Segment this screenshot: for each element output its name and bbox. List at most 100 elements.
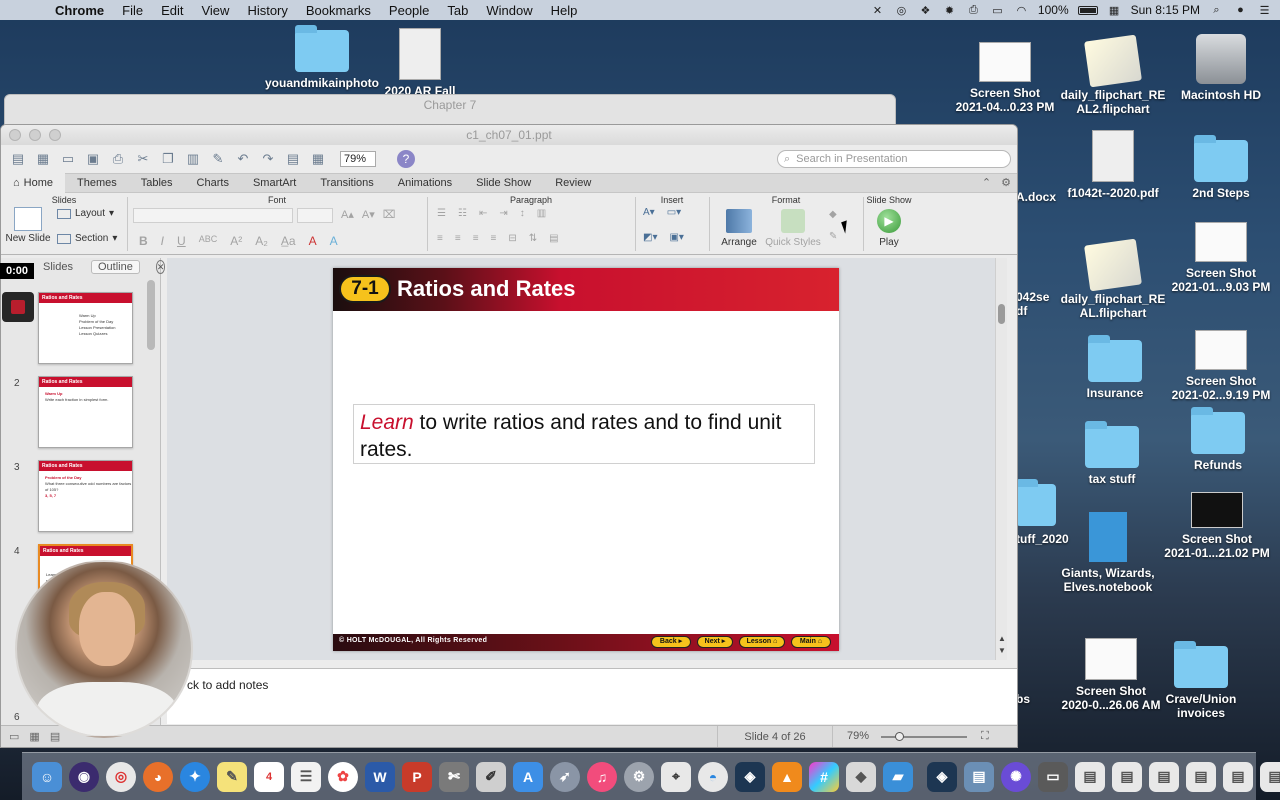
undo-icon[interactable]: ↶ <box>232 150 254 168</box>
help-icon[interactable]: ? <box>397 150 415 168</box>
utility-icon[interactable]: ◆ <box>846 761 876 792</box>
desktop-item[interactable]: Macintosh HD <box>1161 34 1280 102</box>
bullets-icon[interactable]: ☰ <box>437 208 446 219</box>
layout-button[interactable]: Layout ▾ <box>57 208 114 219</box>
align-text-icon[interactable]: ▤ <box>549 233 558 244</box>
tab-tables[interactable]: Tables <box>129 173 185 193</box>
airplay-icon[interactable]: ▭ <box>990 4 1005 17</box>
slide-title[interactable]: Ratios and Rates <box>397 276 576 302</box>
desktop-item[interactable]: daily_flipchart_RE AL2.flipchart <box>1053 34 1173 116</box>
desktop-item[interactable]: 042se df <box>1016 290 1056 318</box>
align-left-icon[interactable]: ≡ <box>437 233 443 244</box>
templates-icon[interactable]: ▦ <box>32 150 54 168</box>
slide-scrollbar[interactable]: ▲ ▼ <box>995 258 1007 660</box>
menu-bookmarks[interactable]: Bookmarks <box>297 3 380 18</box>
slide-canvas[interactable]: 7-1 Ratios and Rates Learn to write rati… <box>333 268 839 651</box>
format-painter-icon[interactable]: ✎ <box>207 150 229 168</box>
screenshot-app-icon[interactable]: ⌖ <box>661 761 691 792</box>
close-pane-icon[interactable]: ✕ <box>155 260 166 274</box>
numbering-icon[interactable]: ☷ <box>458 208 467 219</box>
columns-icon[interactable]: ▥ <box>537 208 546 219</box>
tab-outline[interactable]: Outline <box>90 260 140 274</box>
text-direction-icon[interactable]: ⇅ <box>529 233 537 244</box>
finder-icon[interactable]: ☺ <box>32 761 62 792</box>
chrome-icon[interactable]: ◎ <box>106 761 136 792</box>
align-right-icon[interactable]: ≡ <box>473 233 479 244</box>
search-input[interactable]: ⌕ Search in Presentation <box>777 150 1011 168</box>
webcam-overlay[interactable] <box>15 560 193 738</box>
objective-text-box[interactable]: Learn to write ratios and rates and to f… <box>353 404 815 464</box>
app-store-icon[interactable]: A <box>513 761 543 792</box>
media-icon[interactable]: ▣▾ <box>669 232 683 243</box>
grow-font-icon[interactable]: A▴ <box>341 208 354 221</box>
main-button[interactable]: Main ⌂ <box>791 636 831 648</box>
flag-icon[interactable]: ▦ <box>1107 4 1122 17</box>
launchpad-icon[interactable]: ➶ <box>550 761 580 792</box>
cut-icon[interactable]: ✂ <box>132 150 154 168</box>
menu-clock[interactable]: Sun 8:15 PM <box>1131 3 1200 17</box>
paste-icon[interactable]: ▥ <box>182 150 204 168</box>
new-document-icon[interactable]: ▤ <box>7 150 29 168</box>
disk-utility-icon[interactable]: ◓ <box>698 761 728 792</box>
desktop-item[interactable]: Screen Shot 2021-02...9.19 PM <box>1161 330 1280 402</box>
zoom-slider-handle[interactable] <box>895 732 904 741</box>
tab-home[interactable]: ⌂ Home <box>1 173 65 193</box>
tab-animations[interactable]: Animations <box>386 173 464 193</box>
printer-icon[interactable]: ⎙ <box>966 4 981 16</box>
desktop-item[interactable]: Insurance <box>1055 335 1175 400</box>
siri-icon[interactable]: ◉ <box>69 761 99 792</box>
system-preferences-icon[interactable]: ⚙ <box>624 761 654 792</box>
reminders-icon[interactable]: ☰ <box>291 761 321 792</box>
minimized-window-icon[interactable]: ▭ <box>1038 761 1068 792</box>
desktop-item[interactable]: 2nd Steps <box>1161 135 1280 200</box>
siri-icon[interactable]: ● <box>1233 4 1248 16</box>
activinspire-window-icon[interactable]: ◈ <box>927 761 957 792</box>
underline-icon[interactable]: U <box>177 234 186 248</box>
minimized-window-icon[interactable]: ▤ <box>1186 761 1216 792</box>
italic-icon[interactable]: I <box>161 234 164 248</box>
tab-charts[interactable]: Charts <box>185 173 241 193</box>
print-icon[interactable]: ⎙ <box>107 150 129 168</box>
fit-to-window-icon[interactable]: ⛶ <box>981 730 989 743</box>
copy-icon[interactable]: ❐ <box>157 150 179 168</box>
slide-thumbnail[interactable]: Ratios and Rates Warm Up Write each frac… <box>38 376 133 448</box>
minimized-window-icon[interactable]: ▤ <box>1149 761 1179 792</box>
redo-icon[interactable]: ↷ <box>257 150 279 168</box>
font-size-select[interactable] <box>297 208 333 223</box>
menu-people[interactable]: People <box>380 3 438 18</box>
tab-transitions[interactable]: Transitions <box>308 173 385 193</box>
slide-thumbnail[interactable]: Ratios and Rates Warm Up Problem of the … <box>38 292 133 364</box>
increase-indent-icon[interactable]: ⇥ <box>499 208 507 219</box>
text-box-icon[interactable]: A▾ <box>643 207 655 218</box>
firefox-icon[interactable]: ◕ <box>143 761 173 792</box>
desktop-item[interactable]: f1042t--2020.pdf <box>1053 130 1173 200</box>
screen-capture-icon[interactable]: ◎ <box>894 4 909 17</box>
desktop-item[interactable]: Screen Shot 2021-01...21.02 PM <box>1157 492 1277 560</box>
next-button[interactable]: Next ▸ <box>697 636 733 648</box>
shape-icon[interactable]: ◩▾ <box>643 232 657 243</box>
zoom-slider[interactable] <box>881 732 967 741</box>
new-slide-button[interactable]: New Slide <box>5 205 51 244</box>
decrease-indent-icon[interactable]: ⇤ <box>479 208 487 219</box>
menu-app-name[interactable]: Chrome <box>46 3 113 18</box>
desktop-item[interactable]: Screen Shot 2021-04...0.23 PM <box>945 42 1065 114</box>
fill-color-icon[interactable]: ◆ <box>829 209 837 220</box>
notes-app-icon[interactable]: ✎ <box>217 761 247 792</box>
tab-slides[interactable]: Slides <box>37 261 79 273</box>
normal-view-icon[interactable]: ▭ <box>9 730 19 743</box>
minimized-window-icon[interactable]: ▤ <box>1223 761 1253 792</box>
minimized-window-icon[interactable]: ▤ <box>1260 761 1280 792</box>
menu-window[interactable]: Window <box>477 3 541 18</box>
notification-center-icon[interactable]: ☰ <box>1257 4 1272 17</box>
justify-icon[interactable]: ≡ <box>491 233 497 244</box>
line-color-icon[interactable]: ✎ <box>829 231 837 242</box>
change-case-icon[interactable]: A̲a <box>281 234 296 248</box>
back-button[interactable]: Back ▸ <box>651 636 691 648</box>
align-center-icon[interactable]: ≡ <box>455 233 461 244</box>
font-color-icon[interactable]: A <box>309 234 317 248</box>
minimized-window-icon[interactable]: ▤ <box>964 761 994 792</box>
photos-icon[interactable]: ✿ <box>328 761 358 792</box>
toolbox-icon[interactable]: ▦ <box>307 150 329 168</box>
arrange-button[interactable]: Arrange <box>717 207 761 248</box>
minimized-window-icon[interactable]: ▤ <box>1075 761 1105 792</box>
